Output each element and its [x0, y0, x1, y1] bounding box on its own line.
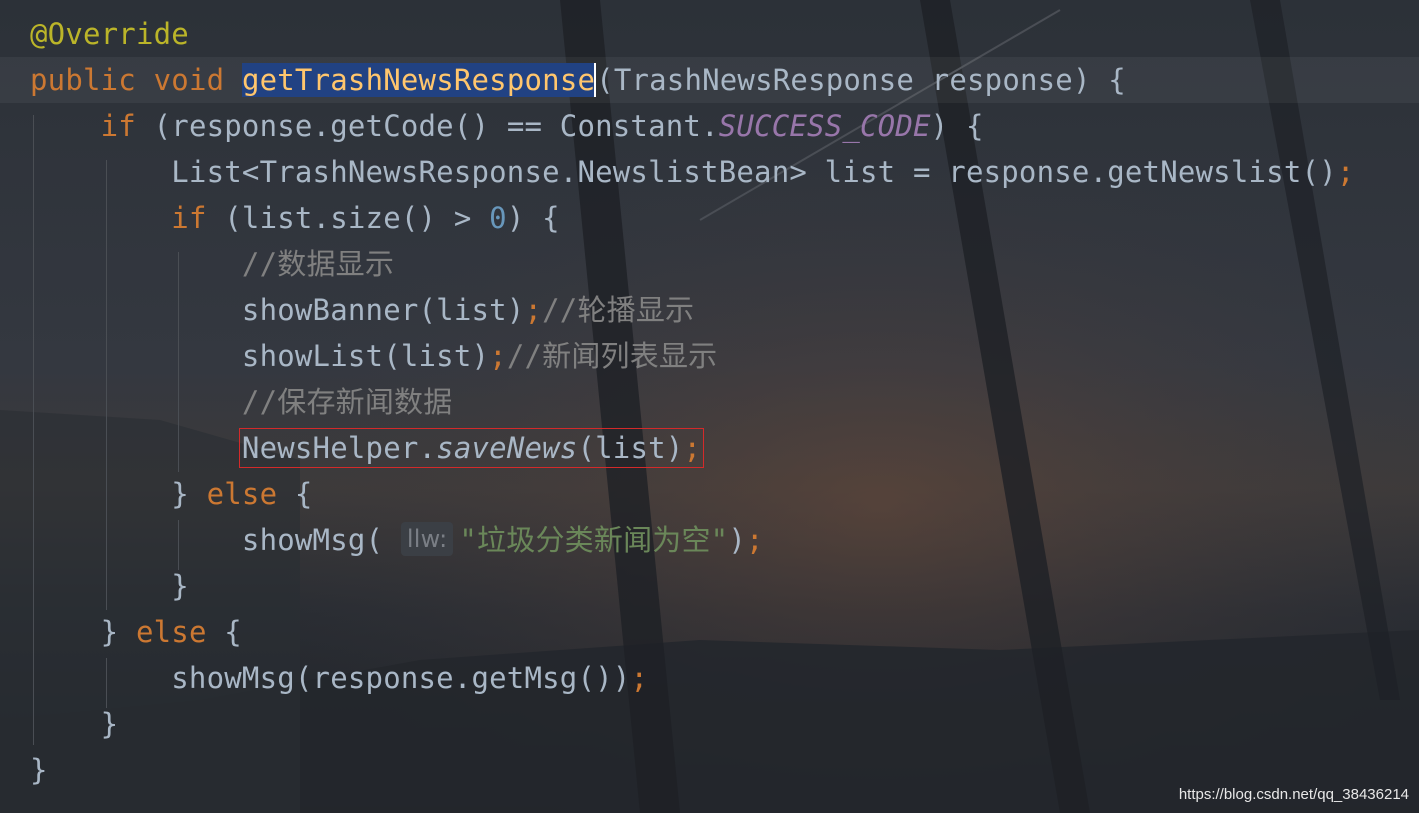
- code-token: ;: [524, 293, 543, 327]
- code-token: }: [30, 477, 207, 511]
- code-line-close-outer-else[interactable]: }: [30, 701, 118, 747]
- highlight-box: NewsHelper.saveNews(list);: [238, 428, 705, 468]
- code-line-close-inner-else[interactable]: }: [30, 563, 189, 609]
- code-token: (response.getCode() == Constant.: [135, 109, 719, 143]
- code-token: showList(list): [30, 339, 490, 373]
- code-token: else: [206, 477, 278, 511]
- selected-method-name: getTrashNewsResponse: [241, 63, 596, 97]
- code-token: saveNews: [436, 431, 578, 465]
- code-editor[interactable]: @Override public void getTrashNewsRespons…: [0, 0, 1419, 813]
- code-line-annotation[interactable]: @Override: [30, 11, 189, 57]
- code-token: 0: [489, 201, 507, 235]
- code-line-if-success[interactable]: if (response.getCode() == Constant.SUCCE…: [30, 103, 984, 149]
- code-line-comment-save-news[interactable]: //保存新闻数据: [30, 379, 452, 425]
- code-token: else: [135, 615, 207, 649]
- code-token: public: [30, 63, 136, 97]
- code-line-show-msg-empty[interactable]: showMsg( llw: "垃圾分类新闻为空");: [30, 517, 764, 563]
- code-line-show-banner[interactable]: showBanner(list);//轮播显示: [30, 287, 694, 333]
- code-line-list-declaration[interactable]: List<TrashNewsResponse.NewslistBean> lis…: [30, 149, 1354, 195]
- code-token: showBanner(list): [30, 293, 525, 327]
- code-token: SUCCESS_CODE: [718, 109, 931, 143]
- code-token: "垃圾分类新闻为空": [459, 523, 729, 557]
- code-token: //保存新闻数据: [241, 385, 453, 419]
- code-token: showMsg(response.getMsg()): [30, 661, 631, 695]
- code-token: //轮播显示: [542, 293, 695, 327]
- code-line-if-size[interactable]: if (list.size() > 0) {: [30, 195, 560, 241]
- code-line-save-news[interactable]: NewsHelper.saveNews(list);: [30, 425, 705, 471]
- code-line-close-method[interactable]: }: [30, 747, 48, 793]
- code-line-method-signature[interactable]: public void getTrashNewsResponse(TrashNe…: [0, 57, 1419, 103]
- code-line-show-list[interactable]: showList(list);//新闻列表显示: [30, 333, 717, 379]
- code-token: @Override: [30, 17, 189, 51]
- code-token: if: [171, 201, 207, 235]
- code-token: ;: [746, 523, 764, 557]
- code-token: //数据显示: [241, 247, 395, 281]
- code-token: {: [206, 615, 242, 649]
- code-line-else-inner[interactable]: } else {: [30, 471, 313, 517]
- code-token: ) {: [506, 201, 560, 235]
- code-token: ;: [1336, 155, 1355, 189]
- code-token: NewsHelper.: [241, 431, 437, 465]
- code-token: ;: [489, 339, 507, 373]
- code-token: {: [277, 477, 313, 511]
- code-token: (list.size() >: [206, 201, 490, 235]
- watermark: https://blog.csdn.net/qq_38436214: [1178, 786, 1409, 803]
- code-token: }: [30, 615, 136, 649]
- code-token: ) {: [930, 109, 984, 143]
- parameter-hint: llw:: [400, 522, 454, 556]
- code-token: showMsg(: [30, 523, 401, 557]
- code-token: List<TrashNewsResponse.NewslistBean> lis…: [30, 155, 1337, 189]
- code-token: ;: [630, 661, 649, 695]
- code-token: ): [728, 523, 746, 557]
- code-line-else-outer[interactable]: } else {: [30, 609, 242, 655]
- code-line-comment-show-data[interactable]: //数据显示: [30, 241, 394, 287]
- code-line-show-msg-response[interactable]: showMsg(response.getMsg());: [30, 655, 648, 701]
- code-token: }: [30, 569, 189, 603]
- code-token: ;: [683, 431, 702, 465]
- code-token: }: [30, 707, 119, 741]
- code-token: //新闻列表显示: [506, 339, 718, 373]
- code-token: (TrashNewsResponse response) {: [596, 63, 1126, 97]
- code-token: }: [30, 753, 48, 787]
- code-token: (list): [577, 431, 684, 465]
- code-token: if: [100, 109, 136, 143]
- code-token: void: [153, 63, 225, 97]
